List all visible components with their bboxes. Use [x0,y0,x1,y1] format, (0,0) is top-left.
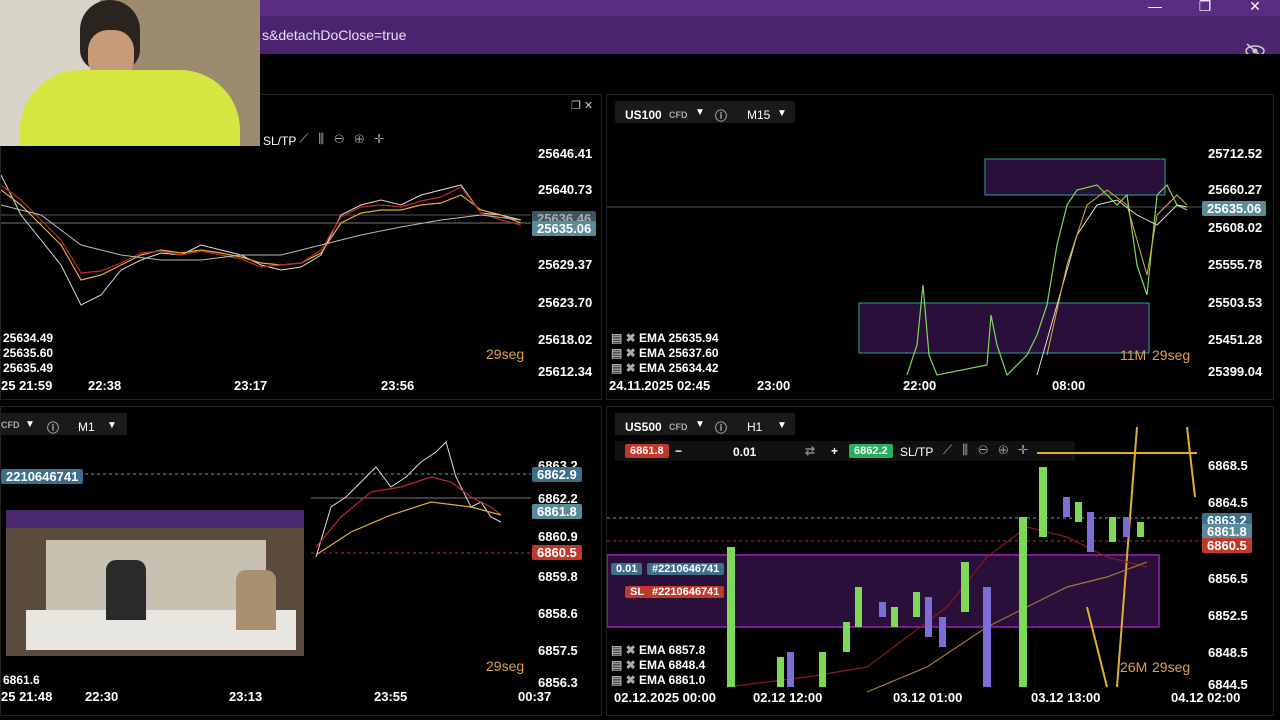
candle-countdown: 29seg [486,658,525,674]
ema-list-icon[interactable]: ▤ ✖ [611,361,636,375]
price-tag: 6862.9 [532,467,582,482]
ema-value: EMA 6848.4 [639,658,706,672]
video-overlay[interactable] [6,510,304,656]
sl-order-tag[interactable]: #2210646741 [647,586,725,598]
person-figure [236,570,276,630]
sl-label[interactable]: SL [625,586,650,598]
price-level: 25640.73 [538,182,593,197]
video-titlebar [6,510,304,528]
time-label: 23:56 [381,378,415,393]
time-label: 23:55 [374,689,408,704]
candle-countdown: 29seg [1152,659,1191,675]
ema-value: EMA 25635.94 [639,331,719,345]
maximize-button[interactable]: ❐ [1190,0,1220,15]
ema-value: EMA 25634.42 [639,361,719,375]
price-level: 25618.02 [538,332,593,347]
current-price-tag: 6861.8 [532,504,582,519]
position-order-tag[interactable]: #2210646741 [647,563,725,575]
price-level: 6856.5 [1208,571,1248,586]
price-level: 6868.5 [1208,458,1248,473]
time-label: 04.12 02:00 [1171,690,1241,705]
person-figure [106,560,146,620]
time-label: 25 21:59 [1,378,53,393]
chart-us100[interactable]: US100 CFD ▼ ⓘ M15 ▼ 25712.52 25660.27 25… [606,94,1274,400]
time-label: 02.12 12:00 [753,690,823,705]
ema-value: EMA 6861.0 [639,673,706,687]
countdown-prefix: 11M [1120,347,1147,363]
price-level: 25629.37 [538,257,593,272]
ema-value: 25635.60 [3,346,54,360]
time-label: 22:30 [85,689,119,704]
minimize-button[interactable]: — [1140,0,1170,14]
ema-list-icon[interactable]: ▤ ✖ [611,658,636,672]
current-price-tag: 6861.8 [1202,524,1252,539]
ema-list-icon[interactable]: ▤ ✖ [611,331,636,345]
price-level: 6864.5 [1208,495,1248,510]
price-level: 6860.9 [538,529,578,544]
sl-price-tag: 6860.5 [532,545,582,560]
price-level: 25612.34 [538,364,593,379]
candle-countdown: 29seg [486,346,525,362]
ema-value: 6861.6 [3,673,40,687]
current-price-tag: 25635.06 [1202,201,1267,216]
ema-value: EMA 6857.8 [639,643,706,657]
time-label: 03.12 13:00 [1031,690,1101,705]
price-level: 25451.28 [1208,332,1263,347]
price-level: 6856.3 [538,675,578,690]
time-label: 02.12.2025 00:00 [614,690,716,705]
webcam-overlay [0,0,260,146]
time-label: 22:38 [88,378,122,393]
price-level: 25660.27 [1208,182,1263,197]
time-label: 22:00 [903,378,937,393]
candle-countdown: 29seg [1152,347,1191,363]
time-label: 23:00 [757,378,791,393]
time-label: 23:13 [229,689,263,704]
price-level: 6848.5 [1208,645,1248,660]
ema-value: 25635.49 [3,361,54,375]
ema-list-icon[interactable]: ▤ ✖ [611,346,636,360]
ema-list-icon[interactable]: ▤ ✖ [611,643,636,657]
price-level: 6858.6 [538,606,578,621]
price-level: 25712.52 [1208,146,1263,161]
time-label: 24.11.2025 02:45 [609,378,711,393]
time-label: 25 21:48 [1,689,53,704]
price-level: 25555.78 [1208,257,1263,272]
time-label: 00:37 [518,689,552,704]
address-text: s&detachDoClose=true [262,27,407,43]
current-price-tag: 25635.06 [532,221,597,236]
time-label: 03.12 01:00 [893,690,963,705]
order-tag[interactable]: 2210646741 [1,469,84,484]
price-level: 25399.04 [1208,364,1263,379]
trading-app: ❐ ✕ SL/TP ⟋⫼⊖⊕✛ 25646.41 25640.73 25636.… [0,54,1280,720]
price-level: 25623.70 [538,295,593,310]
price-level: 6859.8 [538,569,578,584]
sl-price-tag: 6860.5 [1202,538,1252,553]
time-label: 23:17 [234,378,268,393]
time-label: 08:00 [1052,378,1086,393]
price-level: 25608.02 [1208,220,1263,235]
price-level: 25503.53 [1208,295,1263,310]
price-level: 6857.5 [538,643,578,658]
window-blinds [46,540,266,610]
ema-value: EMA 25637.60 [639,346,719,360]
person-shirt [20,70,240,146]
position-lot-tag[interactable]: 0.01 [611,563,643,575]
ema-value: 25634.49 [3,331,54,345]
price-level: 25646.41 [538,146,593,161]
close-button[interactable]: ✕ [1240,0,1270,15]
countdown-prefix: 26M [1120,659,1148,675]
price-level: 6852.5 [1208,608,1248,623]
chart-us500[interactable]: US500 CFD ▼ ⓘ H1 ▼ 6861.8 − 0.01 ⇄ + 686… [606,406,1274,716]
ema-list-icon[interactable]: ▤ ✖ [611,673,636,687]
